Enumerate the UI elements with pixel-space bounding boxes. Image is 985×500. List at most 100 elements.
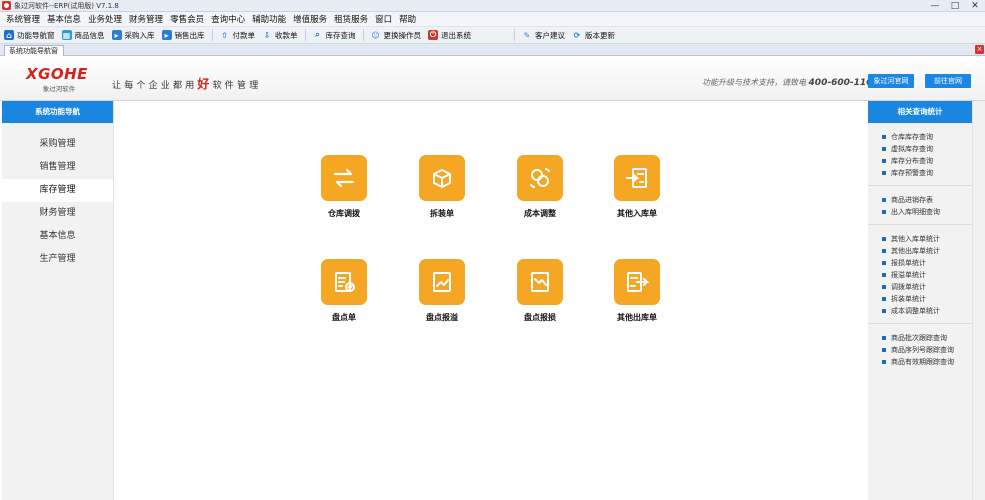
toolbar-purchase-in-button[interactable]: ▸ 采购入库 (111, 30, 155, 41)
toolbar-feedback-button[interactable]: ✎ 客户建议 (522, 30, 565, 41)
func-other-stock-out[interactable]: 其他出库单 (597, 259, 677, 323)
assembly-icon (419, 155, 465, 201)
report-group: 仓库库存查询 虚拟库存查询 库存分布查询 库存预警查询 (868, 123, 972, 186)
toolbar-payment-button[interactable]: ⇧ 付款单 (220, 30, 256, 41)
go-official-site-button[interactable]: 前往官网 (925, 74, 971, 88)
report-link[interactable]: 调拨单统计 (882, 281, 972, 293)
minimize-button[interactable]: — (925, 0, 945, 12)
bullet-icon (882, 285, 886, 289)
menu-query-center[interactable]: 查询中心 (211, 13, 245, 25)
report-link[interactable]: 成本调整单统计 (882, 305, 972, 317)
right-panel-header: 相关查询统计 (868, 101, 972, 123)
bullet-icon (882, 261, 886, 265)
menu-business[interactable]: 业务处理 (88, 13, 122, 25)
menu-window[interactable]: 窗口 (375, 13, 392, 25)
report-link[interactable]: 出入库明细查询 (882, 206, 972, 218)
menu-system[interactable]: 系统管理 (6, 13, 40, 25)
report-link[interactable]: 商品进销存表 (882, 194, 972, 206)
bullet-icon (882, 147, 886, 151)
toolbar: ⌂ 功能导航窗 ▦ 商品信息 ▸ 采购入库 ▸ 销售出库 ⇧ 付款单 ⇩ 收款单… (0, 27, 985, 44)
menu-basic-info[interactable]: 基本信息 (47, 13, 81, 25)
logo-wordmark: XGOHE (26, 65, 88, 83)
func-stock-surplus[interactable]: 盘点报溢 (402, 259, 482, 323)
report-link[interactable]: 商品序列号跟踪查询 (882, 344, 972, 356)
toolbar-inventory-query-button[interactable]: ⌕ 库存查询 (313, 30, 355, 41)
toolbar-label: 收款单 (275, 30, 298, 40)
slogan-part: 软件管理 (212, 81, 262, 91)
other-in-icon (614, 155, 660, 201)
product-icon: ▦ (61, 30, 72, 40)
sidebar-item-basic-info[interactable]: 基本信息 (2, 225, 113, 248)
toolbar-label: 销售出库 (174, 30, 205, 40)
toolbar-separator (304, 29, 306, 41)
report-link[interactable]: 报溢单统计 (882, 269, 972, 281)
menu-bar: 系统管理 基本信息 业务处理 财务管理 零售会员 查询中心 辅助功能 增值服务 … (0, 12, 985, 27)
bullet-icon (882, 135, 886, 139)
toolbar-sales-out-button[interactable]: ▸ 销售出库 (161, 30, 205, 41)
menu-value-added[interactable]: 增值服务 (293, 13, 327, 25)
menu-leasing[interactable]: 租赁服务 (334, 13, 368, 25)
func-stocktake[interactable]: 盘点单 (304, 259, 384, 323)
menu-help[interactable]: 帮助 (399, 13, 416, 25)
func-assembly[interactable]: 拆装单 (402, 155, 482, 219)
toolbar-label: 客户建议 (535, 30, 565, 40)
func-stock-loss[interactable]: 盘点报损 (500, 259, 580, 323)
other-out-icon (614, 259, 660, 305)
func-label: 盘点单 (332, 313, 356, 322)
close-button[interactable]: ✕ (965, 0, 985, 12)
report-link[interactable]: 商品批次跟踪查询 (882, 332, 972, 344)
toolbar-switch-operator-button[interactable]: ☺ 更换操作员 (371, 30, 422, 41)
sidebar-item-sales[interactable]: 销售管理 (2, 156, 113, 179)
bullet-icon (882, 198, 886, 202)
maximize-button[interactable]: □ (945, 0, 965, 12)
close-tab-icon[interactable]: × (975, 45, 984, 54)
func-label: 其他出库单 (617, 313, 657, 322)
report-link[interactable]: 库存预警查询 (882, 167, 972, 179)
menu-aux-functions[interactable]: 辅助功能 (252, 13, 286, 25)
report-link[interactable]: 其他入库单统计 (882, 233, 972, 245)
report-link[interactable]: 仓库库存查询 (882, 131, 972, 143)
func-cost-adjust[interactable]: 成本调整 (500, 155, 580, 219)
sidebar-item-finance[interactable]: 财务管理 (2, 202, 113, 225)
tab-system-nav[interactable]: 系统功能导航窗 (4, 45, 64, 56)
bullet-icon (882, 210, 886, 214)
bullet-icon (882, 348, 886, 352)
toolbar-label: 更换操作员 (383, 30, 422, 40)
report-link[interactable]: 虚拟库存查询 (882, 143, 972, 155)
official-site-button[interactable]: 象过河官网 (868, 74, 914, 88)
update-icon: ⟳ (573, 30, 581, 40)
menu-finance[interactable]: 财务管理 (129, 13, 163, 25)
toolbar-receipt-button[interactable]: ⇩ 收款单 (262, 30, 298, 41)
report-link[interactable]: 商品有效期跟踪查询 (882, 356, 972, 368)
func-label: 成本调整 (524, 209, 556, 218)
right-panel: 相关查询统计 仓库库存查询 虚拟库存查询 库存分布查询 库存预警查询 商品进销存… (868, 101, 972, 500)
report-link[interactable]: 拆装单统计 (882, 293, 972, 305)
toolbar-nav-window-button[interactable]: ⌂ 功能导航窗 (4, 30, 55, 41)
report-link[interactable]: 其他出库单统计 (882, 245, 972, 257)
vertical-scrollbar[interactable] (972, 101, 985, 500)
stock-loss-icon (517, 259, 563, 305)
sidebar-item-production[interactable]: 生产管理 (2, 248, 113, 271)
purchase-in-icon: ▸ (111, 30, 122, 40)
stock-surplus-icon (419, 259, 465, 305)
toolbar-exit-button[interactable]: ⏻ 退出系统 (428, 30, 471, 41)
sidebar-item-purchase[interactable]: 采购管理 (2, 133, 113, 156)
sidebar-item-inventory[interactable]: 库存管理 (2, 179, 113, 202)
report-link[interactable]: 报损单统计 (882, 257, 972, 269)
func-label: 其他入库单 (617, 209, 657, 218)
toolbar-label: 付款单 (232, 30, 256, 40)
toolbar-label: 退出系统 (441, 30, 471, 40)
toolbar-update-button[interactable]: ⟳ 版本更新 (572, 30, 615, 41)
document-tab-strip: 系统功能导航窗 × (0, 44, 985, 56)
menu-retail-member[interactable]: 零售会员 (170, 13, 204, 25)
func-warehouse-transfer[interactable]: 仓库调拨 (304, 155, 384, 219)
report-link[interactable]: 库存分布查询 (882, 155, 972, 167)
toolbar-product-info-button[interactable]: ▦ 商品信息 (61, 30, 105, 41)
func-label: 盘点报损 (524, 313, 556, 322)
stocktake-icon (321, 259, 367, 305)
bullet-icon (882, 249, 886, 253)
logo-subtitle: 象过河软件 (42, 85, 76, 93)
sales-out-icon: ▸ (161, 30, 172, 40)
func-other-stock-in[interactable]: 其他入库单 (597, 155, 677, 219)
func-label: 仓库调拨 (328, 209, 360, 218)
